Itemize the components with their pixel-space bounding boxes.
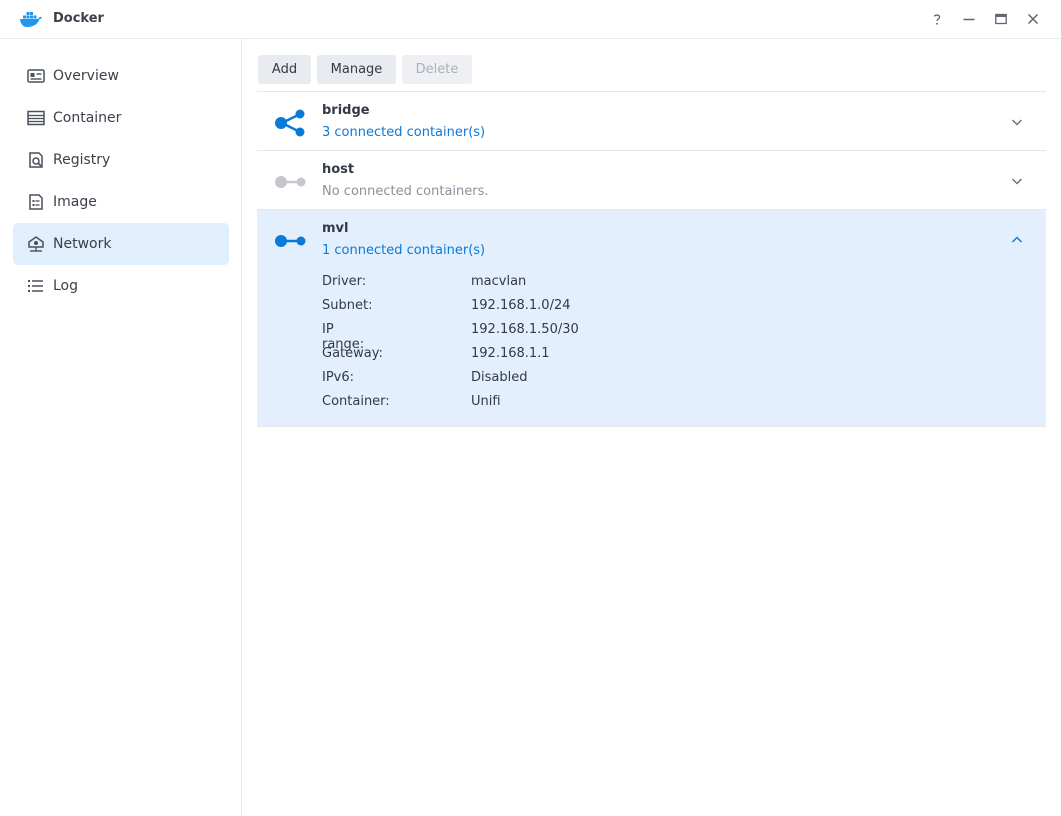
manage-button[interactable]: Manage <box>317 55 396 84</box>
minimize-button[interactable] <box>960 10 978 28</box>
overview-icon <box>27 69 45 83</box>
detail-value: Unifi <box>471 394 501 409</box>
minimize-icon <box>963 18 975 21</box>
network-name: mvl <box>322 221 349 236</box>
network-list: bridge 3 connected container(s) host No … <box>257 91 1046 427</box>
connected-containers-text: No connected containers. <box>322 184 489 199</box>
sidebar-item-container[interactable]: Container <box>13 97 229 139</box>
detail-value: 192.168.1.0/24 <box>471 298 571 313</box>
sidebar-item-overview[interactable]: Overview <box>13 55 229 97</box>
detail-label: Container: <box>322 394 390 409</box>
connected-containers-link[interactable]: 3 connected container(s) <box>322 125 485 140</box>
host-network-icon <box>275 176 306 188</box>
close-button[interactable] <box>1024 10 1042 28</box>
network-name: host <box>322 162 355 177</box>
detail-label: Gateway: <box>322 346 383 361</box>
sidebar-item-network[interactable]: Network <box>13 223 229 265</box>
detail-value: macvlan <box>471 274 527 289</box>
close-icon <box>1027 13 1039 25</box>
connected-containers-link[interactable]: 1 connected container(s) <box>322 243 485 258</box>
chevron-down-icon[interactable] <box>1009 173 1025 189</box>
sidebar-item-label: Container <box>53 110 122 126</box>
sidebar-item-image[interactable]: Image <box>13 181 229 223</box>
sidebar-item-registry[interactable]: Registry <box>13 139 229 181</box>
help-button[interactable] <box>928 10 946 28</box>
sidebar-item-label: Network <box>53 236 112 252</box>
macvlan-network-icon <box>275 235 306 247</box>
network-row-host[interactable]: host No connected containers. <box>257 150 1046 209</box>
help-icon <box>933 14 941 25</box>
detail-label: Subnet: <box>322 298 373 313</box>
maximize-icon <box>995 13 1007 25</box>
window-title: Docker <box>53 11 104 26</box>
registry-icon <box>29 152 43 168</box>
network-row-mvl[interactable]: mvl 1 connected container(s) Driver: mac… <box>257 209 1046 426</box>
sidebar-item-log[interactable]: Log <box>13 265 229 307</box>
network-row-bridge[interactable]: bridge 3 connected container(s) <box>257 91 1046 150</box>
sidebar-item-label: Overview <box>53 68 119 84</box>
sidebar: Overview Container Registry Image Networ… <box>0 39 242 816</box>
delete-button[interactable]: Delete <box>402 55 472 84</box>
network-icon <box>28 236 44 252</box>
detail-value: Disabled <box>471 370 528 385</box>
add-button[interactable]: Add <box>258 55 311 84</box>
network-name: bridge <box>322 103 370 118</box>
detail-label: Driver: <box>322 274 367 289</box>
sidebar-item-label: Registry <box>53 152 111 168</box>
bridge-network-icon <box>275 109 305 137</box>
container-icon <box>27 110 45 126</box>
sidebar-item-label: Image <box>53 194 97 210</box>
maximize-button[interactable] <box>992 10 1010 28</box>
detail-value: 192.168.1.50/30 <box>471 322 579 337</box>
detail-value: 192.168.1.1 <box>471 346 550 361</box>
sidebar-item-label: Log <box>53 278 79 294</box>
chevron-up-icon[interactable] <box>1009 232 1025 248</box>
docker-logo-icon <box>20 12 42 27</box>
log-icon <box>28 280 43 292</box>
list-divider <box>257 426 1046 427</box>
chevron-down-icon[interactable] <box>1009 114 1025 130</box>
image-icon <box>29 194 43 210</box>
detail-label: IPv6: <box>322 370 355 385</box>
title-bar: Docker <box>0 0 1061 39</box>
